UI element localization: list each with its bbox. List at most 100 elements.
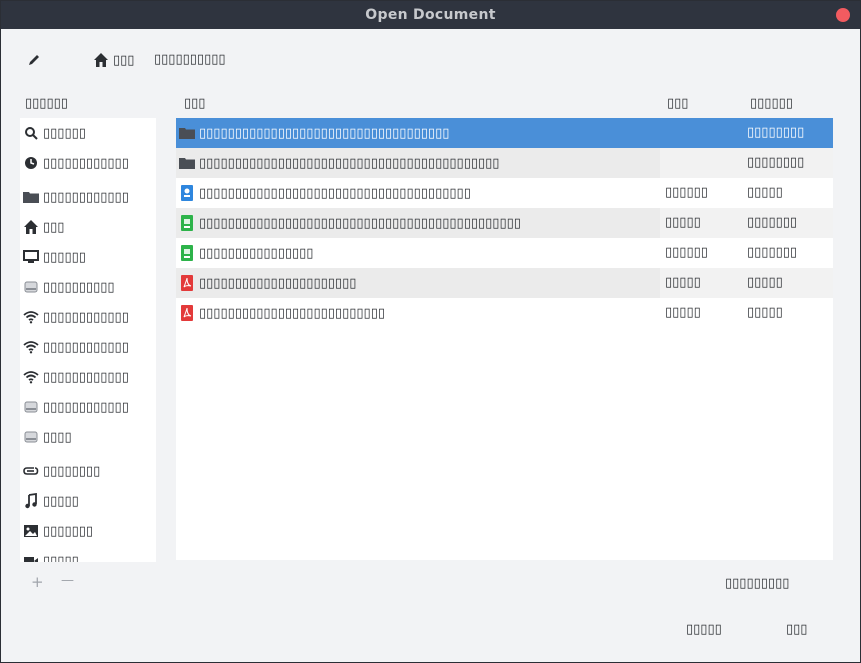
- sidebar-item[interactable]: ▯▯▯▯▯▯▯▯▯▯▯▯: [20, 182, 156, 212]
- file-modified: ▯▯▯▯▯▯▯: [747, 215, 798, 230]
- sidebar-item-label: ▯▯▯▯▯▯▯▯▯▯▯▯: [43, 155, 129, 171]
- wifi-icon: [23, 339, 39, 355]
- file-name-cell: ▯▯▯▯▯▯▯▯▯▯▯▯▯▯▯▯▯▯▯▯▯▯▯▯▯▯▯▯▯▯▯▯▯▯▯: [176, 118, 660, 148]
- sidebar-item-label: ▯▯▯: [43, 219, 65, 235]
- column-header-name[interactable]: ▯▯▯: [184, 96, 205, 111]
- breadcrumb-current[interactable]: ▯▯▯▯▯▯▯▯▯▯: [154, 49, 226, 71]
- sidebar-item[interactable]: ▯▯▯▯▯▯▯▯▯▯▯▯: [20, 362, 156, 392]
- file-name-cell: ▯▯▯▯▯▯▯▯▯▯▯▯▯▯▯▯▯▯▯▯▯▯▯▯▯▯▯▯▯▯▯▯▯▯▯▯▯▯: [176, 178, 660, 208]
- file-name: ▯▯▯▯▯▯▯▯▯▯▯▯▯▯▯▯▯▯▯▯▯▯▯▯▯▯▯▯▯▯▯▯▯▯▯: [199, 125, 450, 141]
- file-name-cell: ▯▯▯▯▯▯▯▯▯▯▯▯▯▯▯▯▯▯▯▯▯▯: [176, 268, 660, 298]
- file-row[interactable]: ▯▯▯▯▯▯▯▯▯▯▯▯▯▯▯▯▯▯▯▯▯▯▯▯▯▯▯▯▯▯▯▯▯▯▯▯▯▯▯▯…: [176, 178, 833, 208]
- remove-bookmark-button[interactable]: —: [61, 573, 74, 588]
- sidebar-item-label: ▯▯▯▯▯▯▯▯▯▯▯▯: [43, 339, 129, 355]
- file-row[interactable]: ▯▯▯▯▯▯▯▯▯▯▯▯▯▯▯▯▯▯▯▯▯▯▯▯▯▯▯▯▯▯▯▯▯▯▯▯▯▯▯▯…: [176, 148, 833, 178]
- file-name: ▯▯▯▯▯▯▯▯▯▯▯▯▯▯▯▯: [199, 245, 314, 261]
- file-modified: ▯▯▯▯▯▯▯: [747, 245, 798, 260]
- window-title: Open Document: [365, 7, 496, 23]
- file-name: ▯▯▯▯▯▯▯▯▯▯▯▯▯▯▯▯▯▯▯▯▯▯▯▯▯▯▯▯▯▯▯▯▯▯▯▯▯▯: [199, 185, 471, 201]
- folder-icon: [179, 125, 195, 141]
- file-size: ▯▯▯▯▯: [665, 215, 701, 230]
- file-row[interactable]: ▯▯▯▯▯▯▯▯▯▯▯▯▯▯▯▯▯▯▯▯▯▯▯▯▯▯▯▯▯▯▯▯▯▯▯▯▯▯▯▯…: [176, 208, 833, 238]
- desktop-icon: [23, 249, 39, 265]
- folder-icon: [23, 189, 39, 205]
- video-icon: [23, 553, 39, 562]
- edit-location-button[interactable]: [23, 49, 45, 71]
- file-modified: ▯▯▯▯▯: [747, 185, 783, 200]
- wifi-icon: [23, 309, 39, 325]
- sidebar-item-label: ▯▯▯▯▯▯▯▯: [43, 463, 101, 479]
- breadcrumb-home[interactable]: ▯▯▯: [93, 49, 134, 71]
- sidebar-item-label: ▯▯▯▯▯▯▯▯▯▯▯▯: [43, 189, 129, 205]
- sidebar-item-label: ▯▯▯▯▯▯▯: [43, 523, 94, 539]
- file-name-cell: ▯▯▯▯▯▯▯▯▯▯▯▯▯▯▯▯▯▯▯▯▯▯▯▯▯▯▯▯▯▯▯▯▯▯▯▯▯▯▯▯…: [176, 208, 660, 238]
- green-document-icon: [179, 245, 195, 261]
- file-modified: ▯▯▯▯▯▯▯▯: [747, 155, 805, 170]
- sidebar-item[interactable]: ▯▯▯▯▯: [20, 546, 156, 562]
- sidebar-item[interactable]: ▯▯▯▯▯▯▯▯▯▯▯▯: [20, 302, 156, 332]
- green-document-icon: [179, 215, 195, 231]
- file-name-cell: ▯▯▯▯▯▯▯▯▯▯▯▯▯▯▯▯: [176, 238, 660, 268]
- file-modified: ▯▯▯▯▯: [747, 275, 783, 290]
- toolbar: ▯▯▯ ▯▯▯▯▯▯▯▯▯▯: [1, 43, 860, 75]
- file-name: ▯▯▯▯▯▯▯▯▯▯▯▯▯▯▯▯▯▯▯▯▯▯▯▯▯▯: [199, 305, 385, 321]
- sidebar-item-label: ▯▯▯▯▯▯: [43, 249, 86, 265]
- file-size: ▯▯▯▯▯: [665, 275, 701, 290]
- file-row[interactable]: ▯▯▯▯▯▯▯▯▯▯▯▯▯▯▯▯▯▯▯▯▯▯ ▯▯▯▯▯ ▯▯▯▯▯: [176, 268, 833, 298]
- places-sidebar: ▯▯▯▯▯▯ ▯▯▯▯▯▯▯▯▯▯▯▯ ▯▯▯▯▯▯▯▯▯▯▯▯ ▯▯▯ ▯▯▯▯▯▯ ▯…: [20, 118, 156, 562]
- sidebar-item-label: ▯▯▯▯▯: [43, 553, 79, 563]
- sidebar-item-label: ▯▯▯▯▯▯▯▯▯▯: [43, 279, 115, 295]
- paperclip-icon: [23, 463, 39, 479]
- file-modified: ▯▯▯▯▯: [747, 305, 783, 320]
- breadcrumb-home-label: ▯▯▯: [113, 52, 135, 68]
- file-row[interactable]: ▯▯▯▯▯▯▯▯▯▯▯▯▯▯▯▯▯▯▯▯▯▯▯▯▯▯ ▯▯▯▯▯ ▯▯▯▯▯: [176, 298, 833, 328]
- drive-icon: [23, 429, 39, 445]
- image-icon: [23, 523, 39, 539]
- file-row[interactable]: ▯▯▯▯▯▯▯▯▯▯▯▯▯▯▯▯▯▯▯▯▯▯▯▯▯▯▯▯▯▯▯▯▯▯▯▯▯▯▯▯…: [176, 118, 833, 148]
- file-name-cell: ▯▯▯▯▯▯▯▯▯▯▯▯▯▯▯▯▯▯▯▯▯▯▯▯▯▯: [176, 298, 660, 328]
- music-icon: [23, 493, 39, 509]
- cancel-button[interactable]: ▯▯▯▯▯: [686, 622, 722, 637]
- home-icon: [94, 53, 108, 67]
- folder-icon: [179, 155, 195, 171]
- sidebar-item[interactable]: ▯▯▯▯▯▯▯▯▯▯▯▯: [20, 332, 156, 362]
- sidebar-item-label: ▯▯▯▯▯▯▯▯▯▯▯▯: [43, 399, 129, 415]
- file-list: ▯▯▯▯▯▯▯▯▯▯▯▯▯▯▯▯▯▯▯▯▯▯▯▯▯▯▯▯▯▯▯▯▯▯▯ ▯▯▯▯▯…: [176, 118, 833, 560]
- sidebar-item[interactable]: ▯▯▯▯▯▯: [20, 118, 156, 148]
- add-bookmark-button[interactable]: +: [31, 573, 44, 591]
- drive-icon: [23, 399, 39, 415]
- file-name-cell: ▯▯▯▯▯▯▯▯▯▯▯▯▯▯▯▯▯▯▯▯▯▯▯▯▯▯▯▯▯▯▯▯▯▯▯▯▯▯▯▯…: [176, 148, 660, 178]
- search-icon: [23, 125, 39, 141]
- sidebar-item[interactable]: ▯▯▯▯▯: [20, 486, 156, 516]
- sidebar-item[interactable]: ▯▯▯▯: [20, 422, 156, 452]
- file-modified: ▯▯▯▯▯▯▯▯: [747, 125, 805, 140]
- file-name: ▯▯▯▯▯▯▯▯▯▯▯▯▯▯▯▯▯▯▯▯▯▯▯▯▯▯▯▯▯▯▯▯▯▯▯▯▯▯▯▯…: [199, 155, 500, 171]
- clock-icon: [23, 155, 39, 171]
- open-document-dialog: Open Document ▯▯▯ ▯▯▯▯▯▯▯▯▯▯ ▯▯▯▯▯▯ ▯▯▯▯…: [0, 0, 861, 663]
- open-button[interactable]: ▯▯▯: [786, 622, 807, 637]
- file-type-filter[interactable]: ▯▯▯▯▯▯▯▯▯: [725, 576, 789, 591]
- sidebar-item-label: ▯▯▯▯▯▯▯▯▯▯▯▯: [43, 369, 129, 385]
- sidebar-item-label: ▯▯▯▯▯▯▯▯▯▯▯▯: [43, 309, 129, 325]
- blue-document-icon: [179, 185, 195, 201]
- sidebar-item[interactable]: ▯▯▯▯▯▯▯▯▯▯: [20, 272, 156, 302]
- sidebar-item[interactable]: ▯▯▯▯▯▯: [20, 242, 156, 272]
- pencil-icon: [29, 55, 39, 65]
- file-name: ▯▯▯▯▯▯▯▯▯▯▯▯▯▯▯▯▯▯▯▯▯▯: [199, 275, 357, 291]
- sidebar-item-label: ▯▯▯▯: [43, 429, 72, 445]
- sidebar-item[interactable]: ▯▯▯: [20, 212, 156, 242]
- sidebar-item[interactable]: ▯▯▯▯▯▯▯▯▯▯▯▯: [20, 148, 156, 178]
- column-header-size[interactable]: ▯▯▯: [667, 96, 688, 111]
- column-header-modified[interactable]: ▯▯▯▯▯▯: [750, 96, 793, 111]
- sidebar-item[interactable]: ▯▯▯▯▯▯▯▯: [20, 456, 156, 486]
- titlebar: Open Document: [1, 1, 860, 29]
- sidebar-item[interactable]: ▯▯▯▯▯▯▯▯▯▯▯▯: [20, 392, 156, 422]
- file-name: ▯▯▯▯▯▯▯▯▯▯▯▯▯▯▯▯▯▯▯▯▯▯▯▯▯▯▯▯▯▯▯▯▯▯▯▯▯▯▯▯…: [199, 215, 521, 231]
- pdf-icon: [179, 275, 195, 291]
- file-size: ▯▯▯▯▯▯: [665, 185, 708, 200]
- file-row[interactable]: ▯▯▯▯▯▯▯▯▯▯▯▯▯▯▯▯ ▯▯▯▯▯▯ ▯▯▯▯▯▯▯: [176, 238, 833, 268]
- close-icon[interactable]: [836, 8, 850, 22]
- sidebar-item-label: ▯▯▯▯▯: [43, 493, 79, 509]
- sidebar-item[interactable]: ▯▯▯▯▯▯▯: [20, 516, 156, 546]
- wifi-icon: [23, 369, 39, 385]
